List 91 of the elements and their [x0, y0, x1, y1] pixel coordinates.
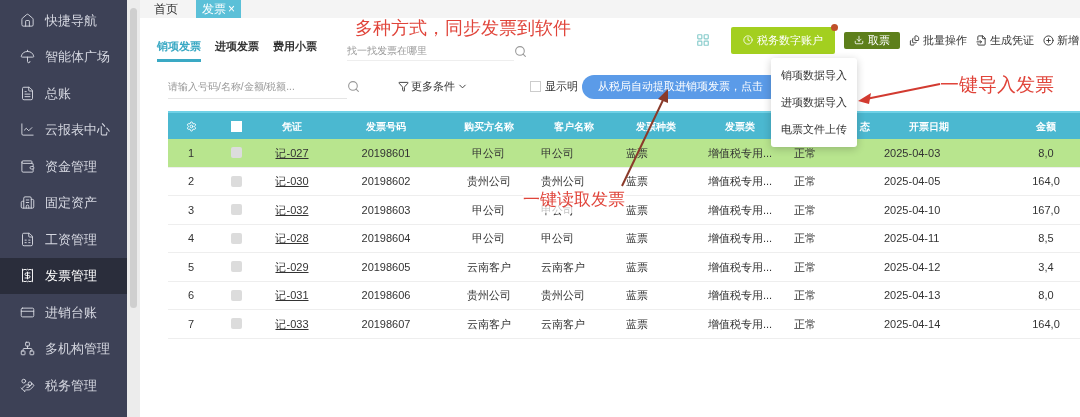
table-cell-text: 增值税专用...	[707, 288, 773, 303]
sidebar-item[interactable]: 进销台账	[0, 294, 127, 331]
sidebar-item[interactable]: 云报表中心	[0, 111, 127, 148]
table-cell-text: 2025-04-14	[884, 316, 941, 332]
sidebar-item[interactable]: 工资管理	[0, 221, 127, 258]
table-cell-text: 20198606	[361, 288, 411, 303]
table-cell-text: 2025-04-03	[884, 145, 941, 161]
toolbar-button[interactable]: 生成凭证	[976, 31, 1034, 49]
table-cell-text: 贵州公司	[466, 288, 511, 303]
table-cell-text: 20198602	[361, 174, 411, 189]
table-cell-text: 正常	[794, 259, 816, 275]
sidebar-item[interactable]: 税务管理	[0, 367, 127, 404]
keyword-search-field[interactable]: 请输入号码/名称/金额/税额...	[168, 74, 347, 99]
table-cell-text: 正常	[794, 288, 816, 303]
table-cell-text: 蓝票	[626, 174, 648, 189]
sidebar-item[interactable]: 智能体广场	[0, 38, 127, 75]
voucher-link[interactable]: 记-029	[275, 258, 309, 275]
table-cell-text: 云南客户	[466, 259, 511, 275]
row-number: 7	[187, 316, 195, 332]
table-cell-text: 增值税专用...	[707, 202, 773, 218]
table-cell-text: 2025-04-12	[884, 259, 941, 275]
table-cell-text: 2025-04-13	[884, 288, 941, 303]
voucher-link[interactable]: 记-030	[275, 173, 309, 190]
table-cell-text: 蓝票	[626, 288, 648, 303]
table-cell-text: 蓝票	[626, 231, 648, 246]
row-number: 3	[187, 202, 195, 218]
fetch-invoice-button[interactable]: 取票	[844, 31, 900, 49]
table-cell-text: 正常	[794, 231, 816, 246]
table-cell-text: 甲公司	[541, 231, 574, 246]
voucher-link[interactable]: 记-028	[275, 230, 309, 247]
table-cell-text: 167,0	[1032, 202, 1060, 218]
sidebar-item[interactable]: 固定资产	[0, 184, 127, 221]
table-cell-text: 正常	[794, 145, 816, 161]
more-filters-button[interactable]: 更多条件	[398, 78, 468, 95]
sidebar-item[interactable]: 发票管理	[0, 257, 127, 294]
annotation-text: 一键导入发票	[940, 73, 1054, 97]
table-cell-text: 增值税专用...	[707, 231, 773, 246]
table-cell-text: 贵州公司	[541, 174, 585, 189]
table-cell-text: 蓝票	[626, 316, 648, 332]
toolbar-button[interactable]: 批量操作	[909, 31, 967, 49]
table-cell-text: 8,5	[1038, 231, 1054, 246]
row-number: 6	[187, 288, 195, 303]
sidebar-item[interactable]: 多机构管理	[0, 330, 127, 367]
table-cell-text: 164,0	[1032, 174, 1060, 189]
table-cell-text: 甲公司	[472, 202, 505, 218]
table-cell-text: 增值税专用...	[707, 145, 773, 161]
table-cell-text: 增值税专用...	[707, 174, 773, 189]
voucher-link[interactable]: 记-033	[275, 315, 309, 332]
table-cell-text: 增值税专用...	[707, 259, 773, 275]
row-number: 4	[187, 231, 195, 246]
page-tab[interactable]: 首页	[148, 0, 184, 18]
table-cell-text: 20198605	[361, 259, 411, 275]
table-cell-text: 2025-04-11	[884, 231, 940, 246]
annotation-text: 多种方式，同步发票到软件	[355, 17, 571, 39]
table-cell-text: 20198604	[361, 231, 411, 246]
voucher-link[interactable]: 记-032	[275, 201, 309, 218]
table-cell-text: 164,0	[1032, 316, 1060, 332]
table-cell-text: 增值税专用...	[707, 316, 773, 332]
table-cell-text: 蓝票	[626, 202, 648, 218]
table-cell-text: 20198607	[361, 316, 411, 332]
invoice-tab[interactable]: 费用小票	[273, 38, 317, 62]
invoice-tab[interactable]: 进项发票	[215, 38, 259, 62]
table-cell-text: 8,0	[1038, 145, 1054, 161]
table-cell-text: 甲公司	[472, 231, 505, 246]
table-cell-text: 云南客户	[466, 316, 511, 332]
toolbar-button[interactable]: 新增	[1043, 31, 1079, 49]
table-cell-text: 正常	[794, 174, 816, 189]
table-cell-text: 正常	[794, 202, 816, 218]
row-number: 2	[187, 174, 195, 189]
table-cell-text: 云南客户	[541, 259, 585, 275]
sidebar-item[interactable]: 总账	[0, 75, 127, 112]
table-cell-text: 2025-04-10	[884, 202, 941, 218]
row-number: 1	[187, 145, 195, 161]
voucher-link[interactable]: 记-027	[275, 144, 309, 161]
table-cell-text: 2025-04-05	[884, 174, 941, 189]
table-cell-text: 贵州公司	[466, 174, 511, 189]
table-cell-text: 云南客户	[541, 316, 585, 332]
sidebar-item[interactable]: 资金管理	[0, 148, 127, 185]
table-cell-text: 蓝票	[626, 259, 648, 275]
table-cell-text: 3,4	[1038, 259, 1054, 275]
sidebar-item[interactable]: 快捷导航	[0, 2, 127, 39]
table-cell-text: 甲公司	[541, 145, 574, 161]
table-cell-text: 正常	[794, 316, 816, 332]
table-cell-text: 贵州公司	[541, 288, 585, 303]
table-cell-text: 20198603	[361, 202, 411, 218]
checkbox-label: 显示明	[545, 79, 578, 95]
table-cell-text: 8,0	[1038, 288, 1054, 303]
row-number: 5	[187, 259, 195, 275]
table-cell-text: 20198601	[361, 145, 411, 161]
voucher-link[interactable]: 记-031	[275, 287, 309, 304]
table-cell-text: 甲公司	[472, 145, 505, 161]
